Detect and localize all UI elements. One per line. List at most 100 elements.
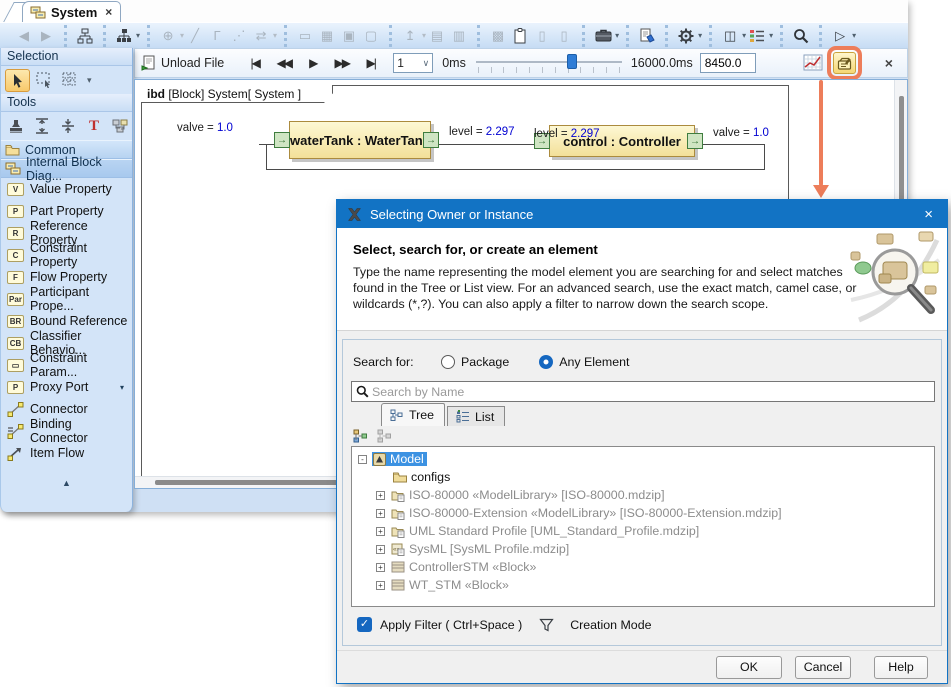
delete-from-model-icon[interactable]: ▯ (554, 26, 574, 46)
step-last-icon[interactable]: ▶| (356, 53, 385, 73)
toolbox-item-participant-prope-[interactable]: ParParticipant Prope... (1, 288, 132, 310)
related-elements-dropdown-icon[interactable]: ▾ (136, 31, 140, 40)
dialog-close-icon[interactable]: × (920, 206, 937, 223)
structure-map-icon[interactable] (109, 115, 131, 137)
expand-toggle-icon[interactable]: + (376, 491, 385, 500)
scroll-up-icon[interactable]: ▲ (1, 478, 132, 488)
tree-item-iso-80000[interactable]: +ISO-80000 «ModelLibrary» [ISO-80000.mdz… (352, 486, 934, 504)
port-watertank-in[interactable]: → (274, 132, 290, 148)
cancel-button[interactable]: Cancel (795, 656, 851, 679)
view-options-dropdown-icon[interactable]: ▾ (769, 31, 773, 40)
toolbox-item-constraint-param-[interactable]: ▭Constraint Param... (1, 354, 132, 376)
reset-path-icon[interactable]: ⇄ (251, 26, 271, 46)
validation-icon[interactable] (637, 26, 657, 46)
radio-any-element[interactable] (539, 355, 553, 369)
section-internal-block-diag-[interactable]: Internal Block Diag... (1, 159, 132, 178)
expand-toggle-icon[interactable]: + (376, 509, 385, 518)
toolbox-dropdown-icon[interactable]: ▾ (615, 31, 619, 40)
radio-package-label[interactable]: Package (461, 355, 509, 369)
selection-dropdown[interactable]: ▾ (87, 75, 92, 86)
collapse-vertically-icon[interactable] (57, 115, 79, 137)
forward-icon[interactable]: ▶ (36, 26, 56, 46)
export-diagram-dropdown-icon[interactable]: ▾ (422, 31, 426, 40)
unload-file-button[interactable]: Unload File (141, 55, 224, 71)
expand-toggle-icon[interactable]: + (376, 545, 385, 554)
tree-item-sysml[interactable]: +«»SysML [SysML Profile.mdzip] (352, 540, 934, 558)
tab-system[interactable]: System × (22, 1, 121, 22)
filter-icon[interactable] (539, 618, 554, 632)
settings-icon[interactable] (676, 26, 696, 46)
time-slider[interactable] (476, 52, 622, 74)
slider-handle[interactable] (567, 54, 577, 69)
tree-item-uml[interactable]: +UML Standard Profile [UML_Standard_Prof… (352, 522, 934, 540)
window-layout-dropdown-icon[interactable]: ▾ (742, 31, 746, 40)
apply-filter-label[interactable]: Apply Filter ( Ctrl+Space ) (380, 618, 522, 632)
toolbox-item-proxy-port[interactable]: PProxy Port▾ (1, 376, 132, 398)
insert-image-icon[interactable]: ▣ (339, 26, 359, 46)
tab-list[interactable]: List (447, 406, 505, 426)
model-library-icon[interactable]: ▥ (449, 26, 469, 46)
port-watertank-out[interactable]: → (423, 132, 439, 148)
apply-filter-checkbox[interactable]: ✓ (357, 617, 372, 632)
block-watertank[interactable]: waterTank : WaterTank (289, 121, 431, 159)
chart-icon[interactable] (802, 52, 824, 74)
run-icon[interactable]: ▷ (830, 26, 850, 46)
text-tool-icon[interactable]: T (83, 115, 105, 137)
run-dropdown-icon[interactable]: ▾ (852, 31, 856, 40)
settings-dropdown-icon[interactable]: ▾ (698, 31, 702, 40)
toolbox-item-constraint-property[interactable]: CConstraint Property (1, 244, 132, 266)
tree-item-model[interactable]: -Model (352, 450, 934, 468)
expand-toggle-icon[interactable]: + (376, 527, 385, 536)
simulation-close-icon[interactable]: × (885, 55, 893, 71)
expand-toggle-icon[interactable]: + (376, 563, 385, 572)
pointer-icon[interactable] (5, 69, 30, 92)
paste-icon[interactable] (510, 26, 530, 46)
export-diagram-icon[interactable]: ↥ (400, 26, 420, 46)
make-same-size-icon[interactable]: ▭ (295, 26, 315, 46)
radio-package[interactable] (441, 355, 455, 369)
tree-item-wt_stm[interactable]: +WT_STM «Block» (352, 576, 934, 594)
stamp-mode-icon[interactable] (5, 115, 27, 137)
tab-close-icon[interactable]: × (105, 5, 112, 19)
help-button[interactable]: Help (874, 656, 928, 679)
creation-mode-label[interactable]: Creation Mode (570, 618, 651, 632)
copy-icon[interactable]: ▩ (488, 26, 508, 46)
ok-button[interactable]: OK (716, 656, 782, 679)
search-icon[interactable] (791, 26, 811, 46)
speed-combobox[interactable]: 1 ∨ (393, 53, 433, 73)
insert-table-icon[interactable]: ▦ (317, 26, 337, 46)
fast-forward-icon[interactable]: ▶▶ (327, 53, 356, 73)
layers-icon[interactable]: ▤ (427, 26, 447, 46)
add-related-icon[interactable]: ⊕ (158, 26, 178, 46)
select-instance-icon[interactable] (833, 52, 856, 74)
tree-item-configs[interactable]: configs (352, 468, 934, 486)
group-select-icon[interactable] (60, 69, 82, 91)
toolbox-item-item-flow[interactable]: Item Flow (1, 442, 132, 464)
view-options-icon[interactable] (747, 26, 767, 46)
add-related-dropdown-icon[interactable]: ▾ (180, 31, 184, 40)
collapse-toggle-icon[interactable]: - (358, 455, 367, 464)
expand-toggle-icon[interactable]: + (376, 581, 385, 590)
step-back-icon[interactable]: ◀◀ (269, 53, 298, 73)
related-elements-icon[interactable] (114, 26, 134, 46)
search-input[interactable] (372, 385, 930, 399)
toolbox-icon[interactable] (593, 26, 613, 46)
expand-nodes-icon[interactable] (353, 429, 368, 443)
delete-icon[interactable]: ▯ (532, 26, 552, 46)
reset-path-dropdown-icon[interactable]: ▾ (273, 31, 277, 40)
step-first-icon[interactable]: |◀ (240, 53, 269, 73)
play-icon[interactable]: ▶ (298, 53, 327, 73)
marquee-select-icon[interactable] (34, 69, 56, 91)
dialog-titlebar[interactable]: Selecting Owner or Instance × (337, 200, 947, 228)
port-control-out[interactable]: → (687, 133, 703, 149)
insert-frame-icon[interactable]: ▢ (361, 26, 381, 46)
chevron-down-icon[interactable]: ▾ (120, 383, 124, 392)
tree-item-controllerstm[interactable]: +ControllerSTM «Block» (352, 558, 934, 576)
radio-any-element-label[interactable]: Any Element (559, 355, 629, 369)
containment-tree-icon[interactable] (75, 26, 95, 46)
back-icon[interactable]: ◀ (14, 26, 34, 46)
draw-path-icon[interactable]: Γ (207, 26, 227, 46)
draw-line-icon[interactable]: ╱ (185, 26, 205, 46)
window-layout-icon[interactable]: ◫ (720, 26, 740, 46)
oblique-path-icon[interactable]: ⋰ (229, 26, 249, 46)
